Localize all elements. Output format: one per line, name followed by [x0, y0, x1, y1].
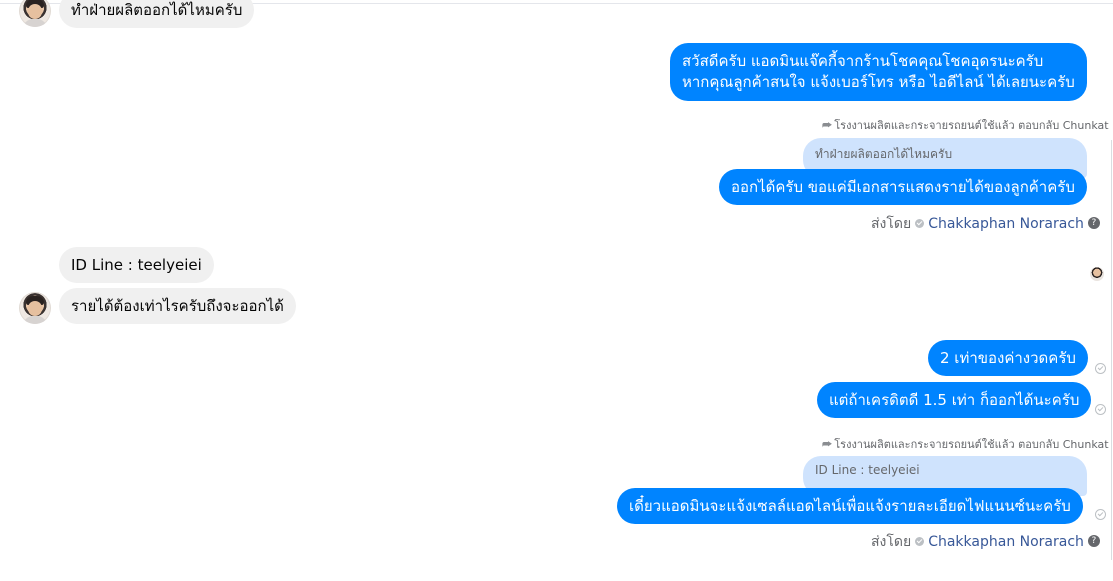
- outgoing-message: สวัสดีครับ แอดมินแจ๊คกี้จากร้านโชคคุณโชค…: [670, 43, 1087, 101]
- reply-arrow-icon: ⮫: [822, 119, 833, 132]
- scrollbar-track[interactable]: [1111, 140, 1112, 560]
- sender-name-link[interactable]: Chakkaphan Norarach: [928, 534, 1084, 550]
- check-circle-icon: [1095, 509, 1106, 520]
- question-circle-icon[interactable]: ?: [1087, 535, 1100, 547]
- outgoing-message: แต่ถ้าเครดิตดี 1.5 เท่า ก็ออกได้นะครับ: [817, 382, 1092, 418]
- question-circle-icon[interactable]: ?: [1087, 217, 1100, 229]
- seen-avatar: [1090, 267, 1104, 281]
- message-line: สวัสดีครับ แอดมินแจ๊คกี้จากร้านโชคคุณโชค…: [682, 52, 1044, 70]
- reply-context: ⮫ โรงงานผลิตและกระจายรถยนต์ใช้แล้ว ตอบกลั…: [822, 435, 1109, 453]
- incoming-message: ทำฝ่ายผลิตออกได้ไหมครับ: [59, 0, 255, 28]
- outgoing-message: ออกได้ครับ ขอแค่มีเอกสารแสดงรายได้ของลูก…: [719, 169, 1087, 205]
- sent-by-info: ส่งโดย Chakkaphan Norarach?: [871, 531, 1100, 553]
- incoming-message: รายได้ต้องเท่าไรครับถึงจะออกได้: [59, 288, 296, 324]
- check-circle-icon: [1095, 404, 1106, 415]
- message-line: หากคุณลูกค้าสนใจ แจ้งเบอร์โทร หรือ ไอดีไ…: [682, 73, 1075, 91]
- sender-name-link[interactable]: Chakkaphan Norarach: [928, 216, 1084, 232]
- reply-context: ⮫ โรงงานผลิตและกระจายรถยนต์ใช้แล้ว ตอบกลั…: [822, 116, 1109, 134]
- incoming-message: ID Line : teelyeiei: [59, 247, 214, 283]
- sent-by-info: ส่งโดย Chakkaphan Norarach?: [871, 213, 1100, 235]
- check-circle-icon: [915, 218, 925, 228]
- reply-context-text: โรงงานผลิตและกระจายรถยนต์ใช้แล้ว ตอบกลับ…: [834, 438, 1109, 451]
- sent-by-label: ส่งโดย: [871, 534, 912, 550]
- contact-avatar[interactable]: [19, 0, 51, 27]
- reply-context-text: โรงงานผลิตและกระจายรถยนต์ใช้แล้ว ตอบกลับ…: [834, 119, 1109, 132]
- outgoing-message: เดี๋ยวแอดมินจะแจ้งเซลล์แอดไลน์เพื่อแจ้งร…: [617, 488, 1083, 524]
- contact-avatar[interactable]: [19, 292, 51, 324]
- outgoing-message: 2 เท่าของค่างวดครับ: [928, 340, 1088, 376]
- check-circle-icon: [1095, 363, 1106, 374]
- check-circle-icon: [915, 536, 925, 546]
- reply-arrow-icon: ⮫: [822, 438, 833, 451]
- sent-by-label: ส่งโดย: [871, 216, 912, 232]
